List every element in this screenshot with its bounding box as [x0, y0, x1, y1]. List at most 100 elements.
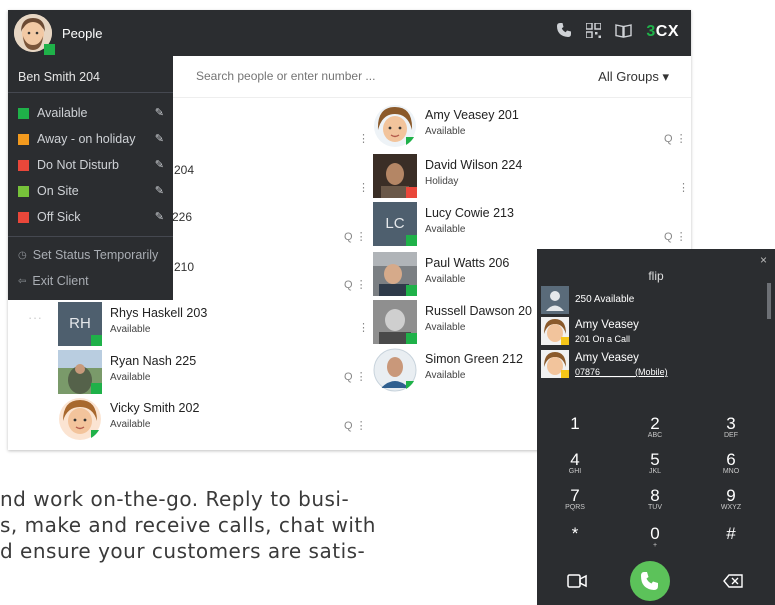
status-item-available[interactable]: Available ✎ — [18, 103, 168, 123]
suggestion-item[interactable]: Amy Veasey 07876_______(Mobile) — [541, 350, 761, 382]
contact-extension-fragment: 204 — [174, 163, 195, 177]
more-icon[interactable]: ⋮ — [676, 133, 687, 145]
top-toolbar: 3CX — [556, 21, 679, 42]
suggestion-secondary: 07876_______(Mobile) — [575, 367, 668, 377]
list-item[interactable]: LC Lucy Cowie 213 Available — [373, 200, 573, 248]
contact-row-icons[interactable]: Q ⋮ — [344, 419, 367, 432]
contact-row-icons[interactable]: Q ⋮ — [344, 230, 367, 243]
keypad-3[interactable]: 3 DEF — [701, 415, 761, 440]
exit-client-item[interactable]: ⇦ Exit Client — [18, 271, 89, 291]
address-book-icon[interactable] — [615, 23, 633, 42]
edit-pencil-icon[interactable]: ✎ — [155, 132, 164, 145]
contact-row-icons[interactable]: Q ⋮ — [344, 278, 367, 291]
backspace-icon[interactable] — [723, 574, 743, 593]
status-indicator — [91, 430, 102, 441]
keypad-2[interactable]: 2 ABC — [625, 415, 685, 440]
close-icon[interactable]: × — [760, 253, 767, 267]
set-status-temporarily-item[interactable]: ◷ Set Status Temporarily — [18, 245, 158, 265]
call-button[interactable] — [630, 561, 670, 601]
list-item[interactable]: Vicky Smith 202 Available — [58, 395, 258, 443]
more-icon[interactable]: ⋮ — [678, 181, 689, 194]
avatar: LC — [373, 202, 417, 246]
list-item[interactable]: Ryan Nash 225 Available — [58, 348, 258, 396]
more-icon[interactable]: ⋮ — [358, 321, 369, 334]
video-call-icon[interactable] — [567, 574, 587, 593]
search-icon[interactable]: Q — [664, 231, 673, 243]
body-line: nd work on-the-go. Reply to busi- — [0, 487, 350, 511]
status-item-away[interactable]: Away - on holiday ✎ — [18, 129, 168, 149]
keypad-6[interactable]: 6 MNO — [701, 451, 761, 476]
suggestion-primary: 250 Available — [575, 294, 635, 305]
keypad-hash[interactable]: # — [701, 525, 761, 542]
qr-code-icon[interactable] — [585, 21, 603, 42]
status-indicator — [406, 137, 417, 148]
contact-name: Vicky Smith 202 — [110, 401, 200, 415]
contact-name: Simon Green 212 — [425, 352, 523, 366]
status-item-dnd[interactable]: Do Not Disturb ✎ — [18, 155, 168, 175]
edit-pencil-icon[interactable]: ✎ — [155, 184, 164, 197]
exit-icon: ⇦ — [18, 275, 27, 287]
status-indicator — [406, 235, 417, 246]
avatar — [541, 286, 569, 314]
contact-status: Available — [110, 324, 151, 335]
more-options-icon[interactable]: ··· — [28, 310, 43, 325]
status-item-label: Available — [37, 106, 88, 120]
keypad-1[interactable]: 1 — [545, 415, 605, 432]
avatar — [541, 317, 569, 345]
contact-row-icons[interactable]: Q ⋮ — [664, 132, 687, 145]
keypad-0[interactable]: 0 + — [625, 525, 685, 550]
more-icon[interactable]: ⋮ — [356, 279, 367, 291]
top-bar: People 3CX — [8, 10, 691, 56]
groups-dropdown[interactable]: All Groups ▾ — [598, 69, 669, 85]
more-icon[interactable]: ⋮ — [358, 181, 369, 194]
list-item[interactable]: Amy Veasey 201 Available — [373, 102, 573, 150]
search-icon[interactable]: Q — [344, 420, 353, 432]
status-item-label: Away - on holiday — [37, 132, 136, 146]
clock-icon: ◷ — [18, 249, 27, 261]
keypad-star[interactable]: * — [545, 525, 605, 542]
status-item-on-site[interactable]: On Site ✎ — [18, 181, 168, 201]
keypad-5[interactable]: 5 JKL — [625, 451, 685, 476]
contact-name: Russell Dawson 20 — [425, 304, 532, 318]
contact-name: Paul Watts 206 — [425, 256, 510, 270]
keypad-8[interactable]: 8 TUV — [625, 487, 685, 512]
edit-pencil-icon[interactable]: ✎ — [155, 158, 164, 171]
edit-pencil-icon[interactable]: ✎ — [155, 106, 164, 119]
suggestion-item[interactable]: 250 Available — [541, 286, 761, 318]
avatar — [373, 300, 417, 344]
more-icon[interactable]: ⋮ — [356, 371, 367, 383]
status-item-off-sick[interactable]: Off Sick ✎ — [18, 207, 168, 227]
body-line: s, make and receive calls, chat with — [0, 513, 376, 537]
dial-input[interactable]: flip — [537, 269, 775, 283]
phone-icon[interactable] — [556, 22, 572, 42]
list-item[interactable]: David Wilson 224 Holiday — [373, 152, 573, 200]
search-icon[interactable]: Q — [664, 133, 673, 145]
contact-extension-fragment: 210 — [174, 260, 195, 274]
more-icon[interactable]: ⋮ — [676, 231, 687, 243]
search-icon[interactable]: Q — [344, 231, 353, 243]
status-color-swatch — [18, 133, 29, 145]
edit-pencil-icon[interactable]: ✎ — [155, 210, 164, 223]
search-icon[interactable]: Q — [344, 279, 353, 291]
avatar — [373, 252, 417, 296]
status-indicator — [561, 337, 569, 345]
more-icon[interactable]: ⋮ — [356, 420, 367, 432]
contact-row-icons[interactable]: Q ⋮ — [664, 230, 687, 243]
suggestion-scrollbar[interactable] — [767, 283, 771, 319]
body-paragraph: nd work on-the-go. Reply to busi- s, mak… — [0, 486, 530, 564]
avatar — [373, 154, 417, 198]
contact-name: Lucy Cowie 213 — [425, 206, 514, 220]
contact-row-icons[interactable]: Q ⋮ — [344, 370, 367, 383]
avatar — [541, 350, 569, 378]
dialer-panel: × flip 250 Available Amy Veasey 201 On a… — [537, 249, 775, 605]
keypad-7[interactable]: 7 PQRS — [545, 487, 605, 512]
suggestion-primary: Amy Veasey — [575, 352, 639, 364]
keypad-9[interactable]: 9 WXYZ — [701, 487, 761, 512]
suggestion-item[interactable]: Amy Veasey 201 On a Call — [541, 317, 761, 349]
keypad-4[interactable]: 4 GHI — [545, 451, 605, 476]
more-icon[interactable]: ⋮ — [356, 231, 367, 243]
search-icon[interactable]: Q — [344, 371, 353, 383]
search-input[interactable] — [196, 69, 436, 83]
list-item[interactable]: RH Rhys Haskell 203 Available — [58, 300, 258, 348]
more-icon[interactable]: ⋮ — [358, 132, 369, 145]
